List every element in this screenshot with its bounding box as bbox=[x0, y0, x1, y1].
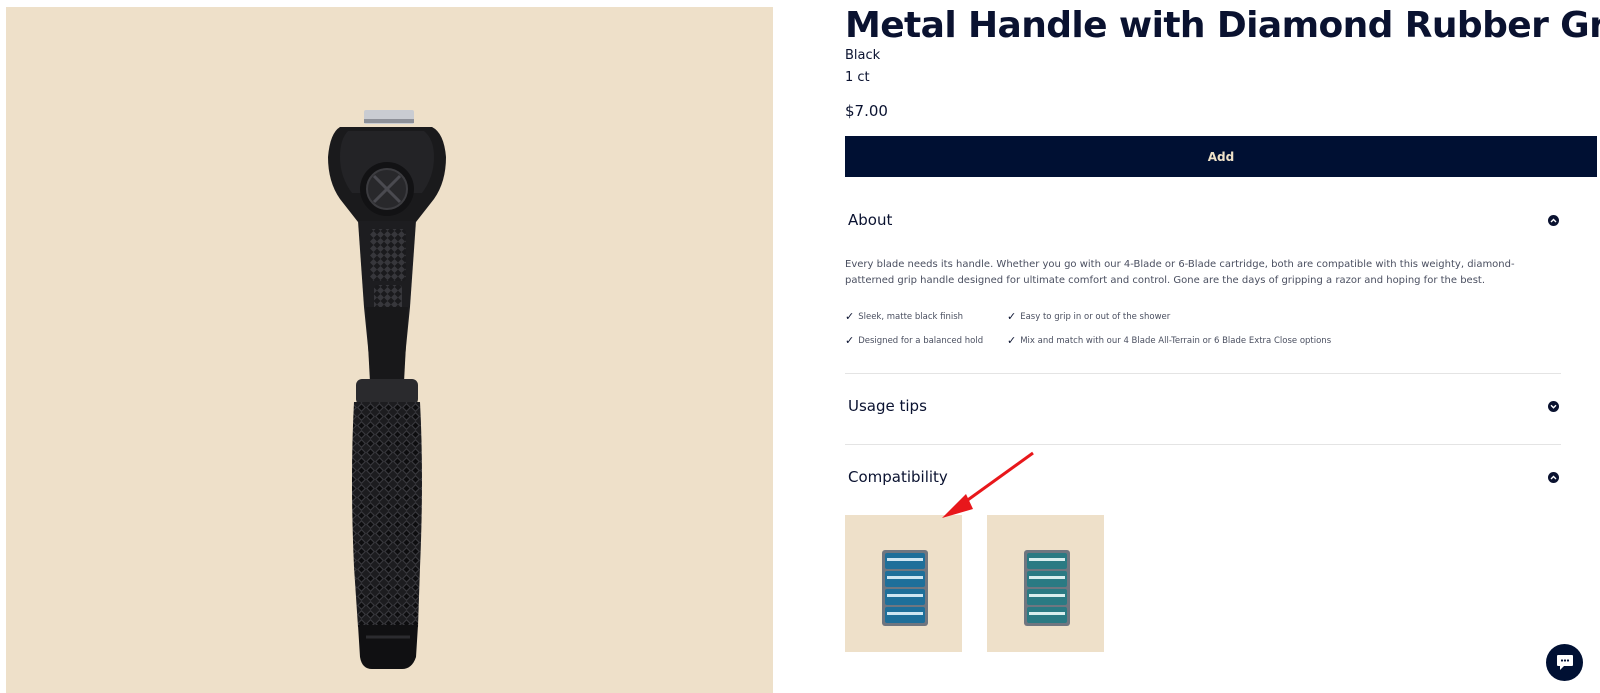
checkmark-icon: ✓ bbox=[1007, 334, 1017, 347]
checkmark-icon: ✓ bbox=[1007, 310, 1017, 323]
product-image-panel bbox=[6, 7, 773, 693]
feature-item: ✓ Designed for a balanced hold bbox=[845, 334, 983, 347]
chevron-up-icon bbox=[1548, 214, 1559, 226]
checkmark-icon: ✓ bbox=[845, 310, 855, 323]
accordion-divider bbox=[845, 444, 1561, 445]
accordion-about-header[interactable]: About bbox=[845, 205, 1561, 235]
product-count: 1 ct bbox=[845, 70, 870, 85]
add-to-cart-button[interactable]: Add bbox=[845, 136, 1597, 177]
product-variant: Black bbox=[845, 48, 881, 63]
chevron-down-icon bbox=[1548, 400, 1559, 412]
cartridge-pack-image bbox=[882, 550, 928, 626]
accordion-compatibility-title: Compatibility bbox=[848, 468, 948, 486]
chevron-up-icon bbox=[1548, 471, 1559, 483]
chat-button[interactable] bbox=[1546, 644, 1583, 681]
feature-label: Designed for a balanced hold bbox=[858, 335, 984, 346]
feature-item: ✓ Sleek, matte black finish bbox=[845, 310, 963, 323]
accordion-divider bbox=[845, 373, 1561, 374]
feature-item: ✓ Easy to grip in or out of the shower bbox=[1007, 310, 1170, 323]
feature-label: Mix and match with our 4 Blade All-Terra… bbox=[1020, 335, 1332, 346]
feature-item: ✓ Mix and match with our 4 Blade All-Ter… bbox=[1007, 334, 1331, 347]
chat-bubble-icon bbox=[1556, 655, 1573, 670]
feature-label: Easy to grip in or out of the shower bbox=[1020, 311, 1171, 322]
annotation-arrow-icon bbox=[942, 451, 1034, 518]
checkmark-icon: ✓ bbox=[845, 334, 855, 347]
product-title: Metal Handle with Diamond Rubber Grip bbox=[845, 5, 1600, 46]
product-price: $7.00 bbox=[845, 102, 888, 120]
accordion-usage-title: Usage tips bbox=[848, 397, 927, 415]
razor-handle-image bbox=[328, 110, 446, 669]
about-description: Every blade needs its handle. Whether yo… bbox=[845, 259, 1515, 286]
compatible-product-card[interactable] bbox=[987, 515, 1104, 652]
feature-label: Sleek, matte black finish bbox=[858, 311, 964, 322]
cartridge-pack-image bbox=[1024, 550, 1070, 626]
accordion-about-title: About bbox=[848, 211, 893, 229]
accordion-usage-header[interactable]: Usage tips bbox=[845, 391, 1561, 421]
compatible-product-card[interactable] bbox=[845, 515, 962, 652]
